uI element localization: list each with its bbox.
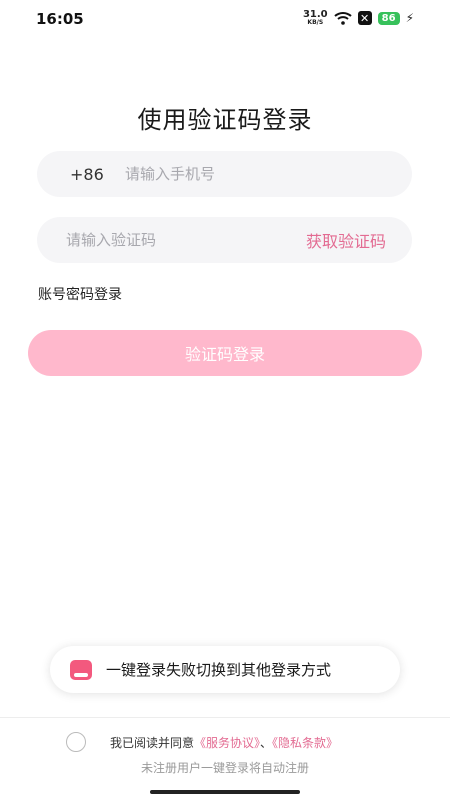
agreement-separator: 、	[260, 735, 273, 750]
agree-checkbox[interactable]	[66, 732, 86, 752]
no-sim-icon: ✕	[357, 11, 372, 25]
code-login-button[interactable]: 验证码登录	[28, 330, 422, 376]
battery-level: 86	[377, 11, 400, 25]
network-speed: 31.0 KB/S	[303, 10, 328, 26]
agreement-prefix: 我已阅读并同意	[110, 735, 195, 750]
home-indicator[interactable]	[150, 790, 300, 794]
country-code[interactable]: +86	[70, 165, 120, 184]
phone-field: +86	[37, 151, 412, 197]
get-code-button[interactable]: 获取验证码	[306, 228, 386, 252]
toast-message: 一键登录失败切换到其他登录方式	[106, 661, 332, 679]
status-time: 16:05	[36, 10, 84, 28]
charging-icon: ⚡	[405, 11, 414, 25]
agreement-text: 我已阅读并同意《服务协议》、《隐私条款》	[110, 734, 338, 751]
privacy-terms-link[interactable]: 《隐私条款》	[272, 736, 338, 750]
divider	[0, 717, 450, 718]
agreement-row: 我已阅读并同意《服务协议》、《隐私条款》	[0, 732, 450, 752]
code-field: 获取验证码	[37, 217, 412, 263]
network-speed-unit: KB/S	[307, 19, 324, 26]
code-input[interactable]	[64, 230, 268, 250]
service-agreement-link[interactable]: 《服务协议》	[194, 736, 260, 750]
phone-input[interactable]	[123, 164, 377, 184]
password-login-link[interactable]: 账号密码登录	[38, 284, 122, 304]
status-bar: 16:05 31.0 KB/S ✕ 86 ⚡	[0, 0, 450, 40]
toast: 一键登录失败切换到其他登录方式	[50, 646, 400, 693]
app-logo-icon	[70, 659, 92, 680]
page-title: 使用验证码登录	[137, 106, 313, 134]
status-icons: 31.0 KB/S ✕ 86 ⚡	[303, 10, 414, 26]
register-note: 未注册用户一键登录将自动注册	[140, 761, 309, 775]
wifi-icon	[333, 12, 352, 25]
